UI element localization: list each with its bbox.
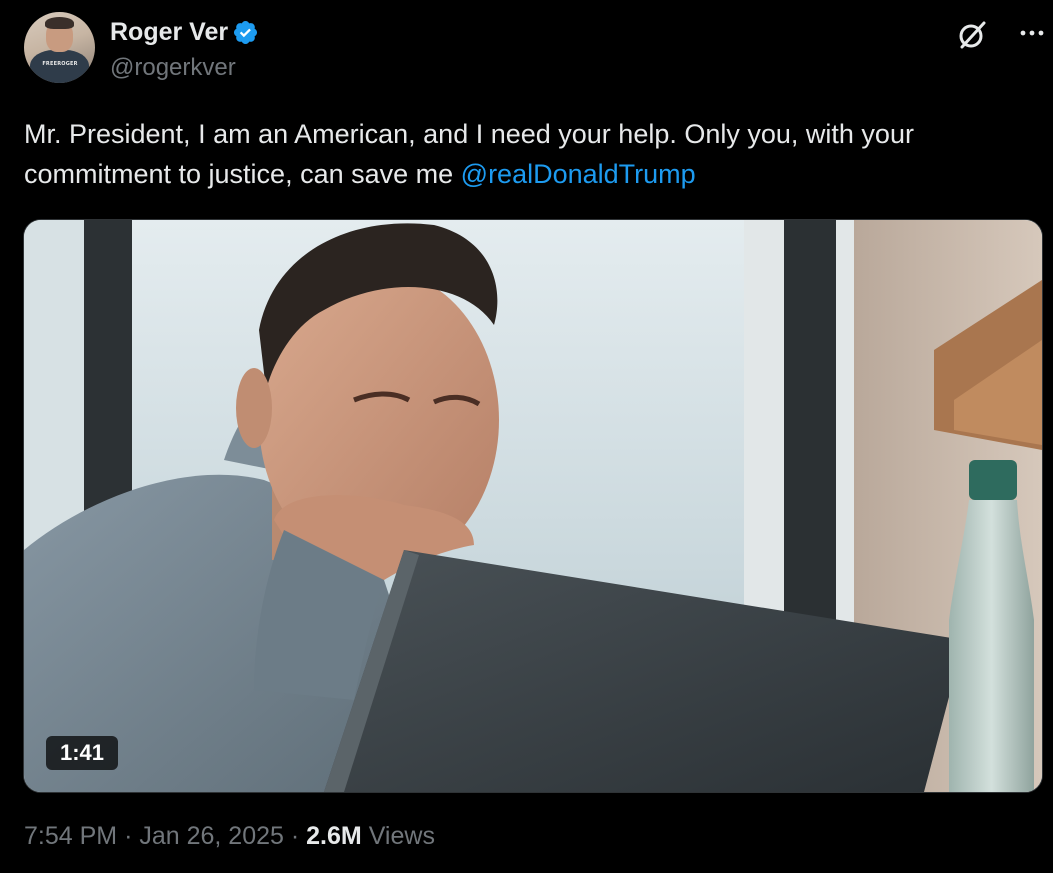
author-display-name[interactable]: Roger Ver bbox=[110, 18, 228, 47]
avatar-hair bbox=[45, 17, 74, 29]
video-player[interactable]: 1:41 bbox=[23, 219, 1043, 793]
video-duration-badge: 1:41 bbox=[46, 736, 119, 770]
avatar[interactable]: FREEROGER bbox=[24, 12, 95, 83]
video-thumbnail bbox=[24, 220, 1042, 792]
tweet-header: FREEROGER Roger Ver @rogerkver bbox=[24, 12, 1053, 92]
verified-badge-icon bbox=[234, 20, 258, 45]
meta-separator: · bbox=[124, 822, 133, 850]
mention-link[interactable]: @realDonaldTrump bbox=[461, 159, 696, 189]
tweet-date[interactable]: Jan 26, 2025 bbox=[139, 822, 284, 850]
avatar-shirt-text: FREEROGER bbox=[42, 61, 78, 67]
tweet-time[interactable]: 7:54 PM bbox=[24, 822, 117, 850]
more-options-icon[interactable] bbox=[1019, 26, 1045, 40]
views-label: Views bbox=[368, 822, 435, 850]
author-handle[interactable]: @rogerkver bbox=[110, 54, 236, 82]
tweet-meta: 7:54 PM · Jan 26, 2025 · 2.6M Views bbox=[24, 822, 435, 851]
meta-separator: · bbox=[290, 822, 300, 850]
author-name-row[interactable]: Roger Ver bbox=[110, 18, 259, 47]
views-count: 2.6M bbox=[306, 822, 362, 850]
tweet-text: Mr. President, I am an American, and I n… bbox=[24, 114, 1024, 194]
grok-icon[interactable] bbox=[955, 18, 989, 52]
